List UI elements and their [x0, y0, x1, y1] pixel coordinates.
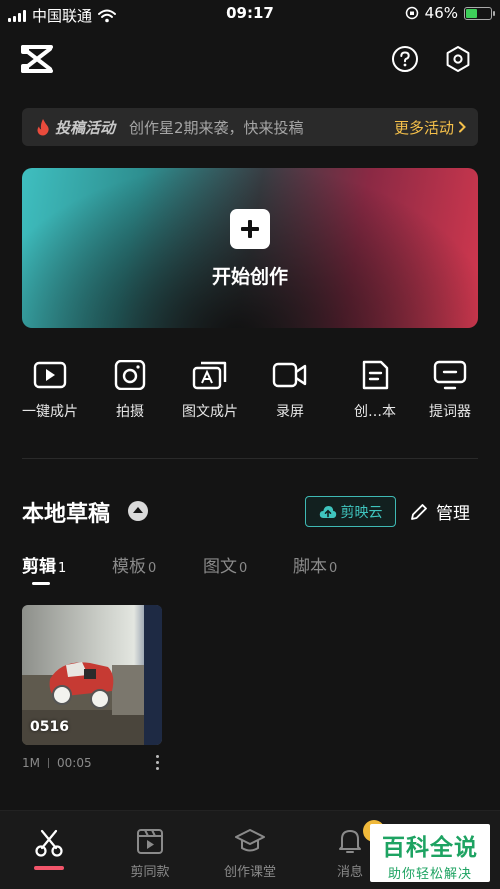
- draft-thumbnail[interactable]: 0516: [22, 605, 162, 745]
- tab-count: 0: [148, 561, 157, 576]
- flame-icon: [37, 119, 49, 136]
- graduation-cap-icon: [235, 829, 265, 852]
- tool-label: 录屏: [276, 404, 304, 420]
- pencil-icon: [411, 503, 427, 520]
- bell-icon: [339, 830, 361, 853]
- draft-title: 0516: [30, 719, 69, 735]
- tool-one-click-video[interactable]: 一键成片: [10, 360, 90, 421]
- nav-creator-class[interactable]: 创作课堂: [205, 827, 295, 880]
- draft-duration: 00:05: [57, 756, 92, 770]
- tool-teleprompter[interactable]: 提词器: [410, 360, 490, 421]
- watermark-logo: 百科全说 助你轻松解决: [370, 824, 490, 882]
- tab-label: 图文: [203, 557, 237, 577]
- nav-label: 创作课堂: [223, 865, 276, 880]
- start-creating-button[interactable]: 开始创作: [22, 168, 478, 328]
- manage-label: 管理: [436, 504, 470, 524]
- capcut-cloud-button[interactable]: 剪映云: [305, 496, 396, 527]
- chevron-right-icon: [459, 121, 466, 133]
- tool-label: 图文成片: [182, 404, 238, 420]
- more-options-icon[interactable]: [151, 755, 163, 773]
- more-activities-label: 更多活动: [393, 118, 454, 137]
- video-camera-icon: [272, 362, 307, 388]
- nav-label: 剪同款: [130, 865, 170, 880]
- orientation-lock-icon: [405, 6, 418, 20]
- divider: [22, 458, 478, 459]
- cloud-upload-icon: [319, 505, 336, 518]
- nav-edit[interactable]: [4, 829, 94, 863]
- camera-icon: [114, 360, 146, 390]
- tab-count: 0: [329, 561, 338, 576]
- clapper-icon: [137, 829, 163, 854]
- tool-label: 提词器: [429, 404, 471, 420]
- play-square-icon: [33, 361, 67, 389]
- active-tab-indicator: [32, 582, 50, 585]
- watermark-subtitle: 助你轻松解决: [387, 867, 472, 882]
- tab-label: 模板: [112, 557, 146, 577]
- tab-edit[interactable]: 剪辑 1: [22, 552, 66, 577]
- tool-shoot[interactable]: 拍摄: [90, 360, 170, 421]
- tab-script[interactable]: 脚本 0: [293, 552, 337, 577]
- help-button[interactable]: [391, 45, 419, 73]
- battery-percent: 46%: [424, 4, 458, 22]
- tab-count: 0: [239, 561, 248, 576]
- cloud-button-label: 剪映云: [340, 504, 383, 521]
- local-drafts-title: 本地草稿: [22, 502, 111, 527]
- tab-label: 剪辑: [22, 557, 56, 577]
- document-icon: [362, 360, 389, 390]
- tool-row: 一键成片 拍摄 图文成片 录屏 创…本 提词器: [0, 360, 500, 430]
- status-right: 46%: [405, 4, 495, 22]
- battery-fill: [466, 8, 477, 18]
- more-activities-link[interactable]: 更多活动: [394, 117, 466, 138]
- tab-image-text[interactable]: 图文 0: [203, 552, 247, 577]
- tab-count: 1: [58, 561, 67, 576]
- watermark-title: 百科全说: [382, 835, 478, 861]
- promo-text: 创作星2期来袭，快来投稿: [129, 118, 304, 137]
- tool-image-text-video[interactable]: 图文成片: [170, 360, 250, 421]
- capcut-logo-icon[interactable]: [20, 44, 54, 74]
- nav-active-indicator: [34, 866, 64, 870]
- plus-icon: [230, 209, 270, 249]
- draft-meta: 1M 00:05: [22, 756, 92, 770]
- tool-label: 一键成片: [22, 404, 78, 420]
- tool-label: 创…本: [354, 404, 396, 420]
- image-text-icon: [192, 361, 227, 390]
- manage-button[interactable]: 管理: [410, 499, 470, 524]
- teleprompter-icon: [433, 360, 467, 390]
- promo-banner[interactable]: 投稿活动 创作星2期来袭，快来投稿 更多活动: [22, 108, 478, 146]
- status-bar: 中国联通 09:17 46%: [0, 0, 500, 28]
- collapse-toggle-icon[interactable]: [128, 501, 148, 521]
- draft-tabs: 剪辑 1 模板 0 图文 0 脚本 0: [0, 552, 500, 592]
- settings-button[interactable]: [444, 45, 472, 73]
- tool-label: 拍摄: [116, 404, 144, 420]
- tool-screen-record[interactable]: 录屏: [250, 360, 330, 421]
- nav-templates[interactable]: 剪同款: [105, 827, 195, 880]
- start-creating-label: 开始创作: [211, 266, 288, 288]
- scissors-icon: [35, 829, 63, 857]
- battery-icon: [464, 6, 495, 20]
- meta-separator: [48, 758, 49, 768]
- promo-tag: 投稿活动: [55, 118, 116, 137]
- tab-template[interactable]: 模板 0: [112, 552, 156, 577]
- draft-size: 1M: [22, 756, 40, 770]
- tool-script[interactable]: 创…本: [335, 360, 415, 421]
- tab-label: 脚本: [293, 557, 327, 577]
